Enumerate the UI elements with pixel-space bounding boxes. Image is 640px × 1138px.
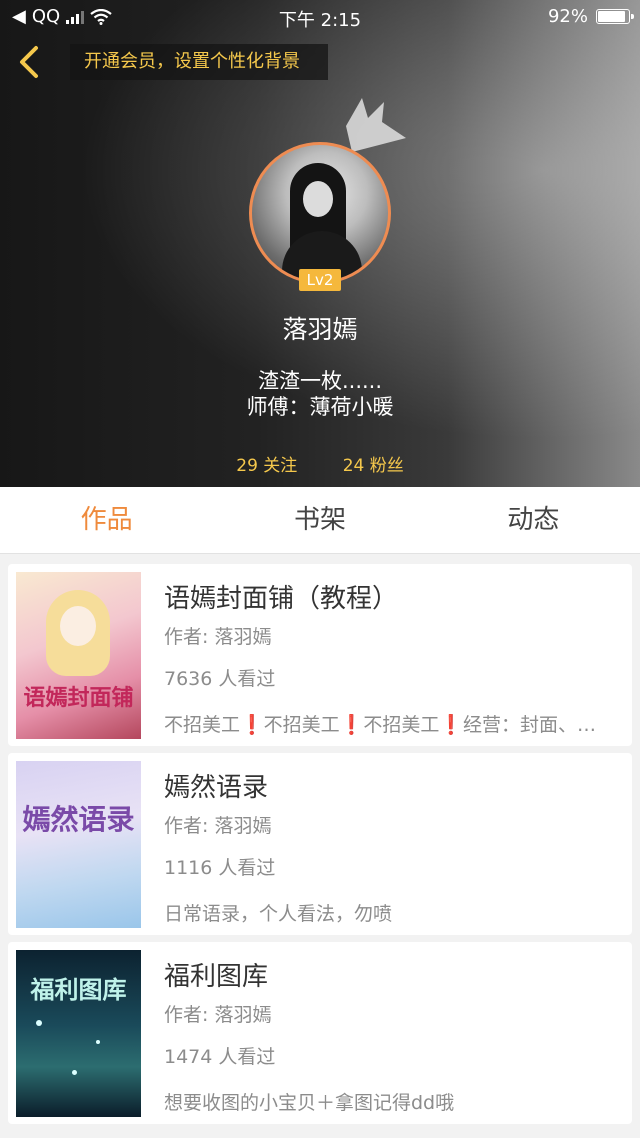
bio: 渣渣一枚...... 师傅：薄荷小暖 xyxy=(0,368,640,420)
avatar-container: Lv2 xyxy=(249,142,391,291)
work-description: 想要收图的小宝贝＋拿图记得dd哦 xyxy=(164,1092,455,1114)
tab-works[interactable]: 作品 xyxy=(0,487,213,553)
work-title: 语嫣封面铺（教程） xyxy=(164,584,399,614)
book-cover[interactable]: 嫣然语录 xyxy=(16,761,141,928)
work-author: 作者: 落羽嫣 xyxy=(164,815,272,837)
profile-header: ◀ QQ 下午 2:15 92% 开通会员，设置个性化背景 Lv2 落羽嫣 渣渣… xyxy=(0,0,640,487)
work-views: 1116 人看过 xyxy=(164,857,276,879)
back-button[interactable] xyxy=(14,44,48,80)
vip-banner[interactable]: 开通会员，设置个性化背景 xyxy=(70,44,328,80)
chevron-left-icon xyxy=(20,46,38,78)
work-views: 7636 人看过 xyxy=(164,668,276,690)
cover-title: 嫣然语录 xyxy=(22,803,135,836)
cover-title: 福利图库 xyxy=(30,975,127,1004)
followers-count[interactable]: 24 粉丝 xyxy=(343,456,404,476)
following-count[interactable]: 29 关注 xyxy=(236,456,297,476)
work-author: 作者: 落羽嫣 xyxy=(164,1004,272,1026)
work-author: 作者: 落羽嫣 xyxy=(164,626,272,648)
work-views: 1474 人看过 xyxy=(164,1046,276,1068)
nickname: 落羽嫣 xyxy=(282,315,358,344)
mentor-line: 师傅：薄荷小暖 xyxy=(246,395,394,419)
bio-line: 渣渣一枚...... xyxy=(257,369,383,393)
work-description: 不招美工❗️不招美工❗️不招美工❗️经营：封面、名片、作者签、头像、字素 xyxy=(164,714,612,736)
tab-activity[interactable]: 动态 xyxy=(427,487,640,553)
battery-icon xyxy=(596,9,634,24)
status-time: 下午 2:15 xyxy=(278,10,362,31)
status-bar: ◀ QQ 下午 2:15 92% xyxy=(0,0,640,34)
work-title: 福利图库 xyxy=(164,962,269,992)
battery-percent: 92% xyxy=(547,6,588,27)
avatar[interactable] xyxy=(249,142,391,284)
book-cover[interactable]: 语嫣封面铺 xyxy=(16,572,141,739)
work-card[interactable]: 福利图库 福利图库 作者: 落羽嫣 1474 人看过 想要收图的小宝贝＋拿图记得… xyxy=(8,942,632,1124)
work-card[interactable]: 语嫣封面铺 语嫣封面铺（教程） 作者: 落羽嫣 7636 人看过 不招美工❗️不… xyxy=(8,564,632,746)
status-right: 92% xyxy=(547,6,634,27)
follow-stats: 29 关注 24 粉丝 xyxy=(0,451,640,476)
work-description: 日常语录，个人看法，勿喷 xyxy=(164,903,393,925)
book-cover[interactable]: 福利图库 xyxy=(16,950,141,1117)
cover-title: 语嫣封面铺 xyxy=(23,685,134,711)
level-badge: Lv2 xyxy=(299,269,341,291)
profile-tabs: 作品 书架 动态 xyxy=(0,487,640,554)
work-title: 嫣然语录 xyxy=(164,773,269,803)
tab-bookshelf[interactable]: 书架 xyxy=(213,487,426,553)
work-card[interactable]: 嫣然语录 嫣然语录 作者: 落羽嫣 1116 人看过 日常语录，个人看法，勿喷 xyxy=(8,753,632,935)
